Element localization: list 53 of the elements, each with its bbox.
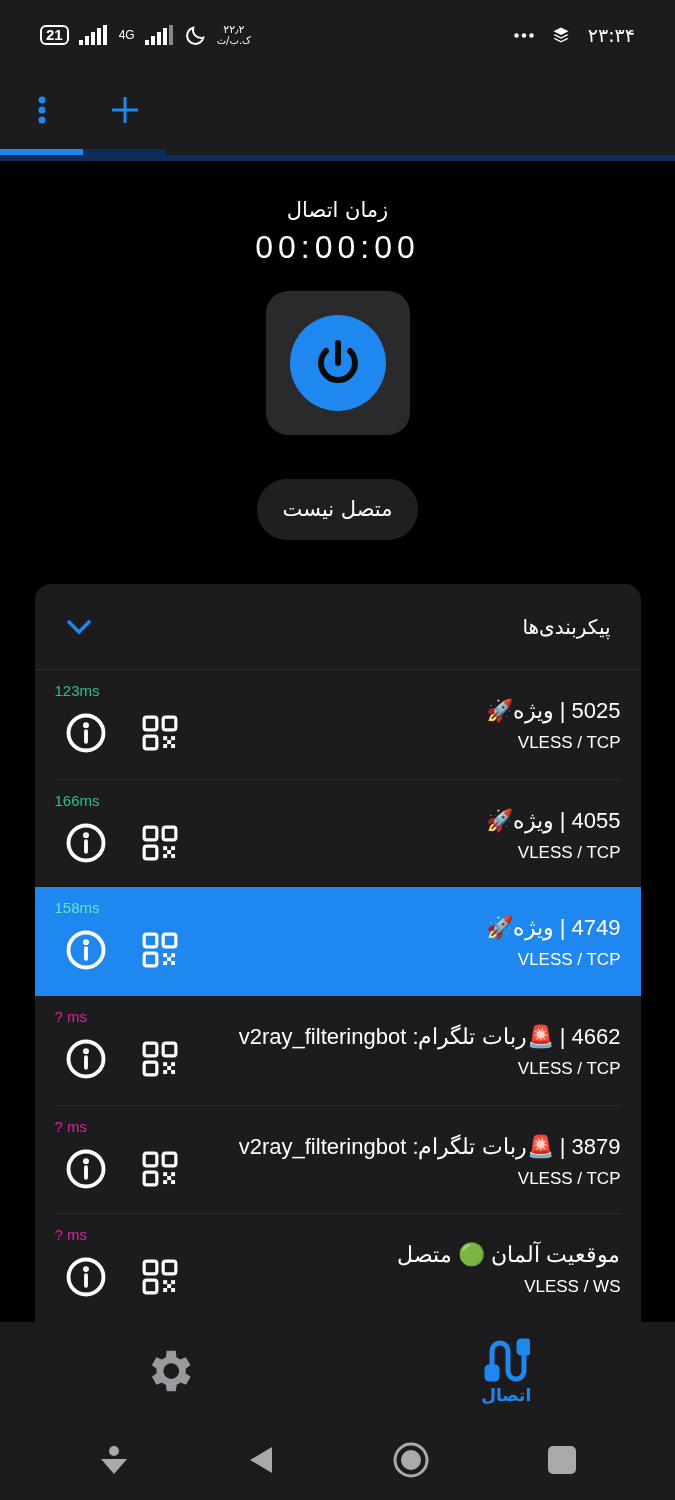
accessibility-icon[interactable] (99, 1445, 130, 1475)
ping-label: 166ms (54, 791, 101, 810)
info-icon[interactable] (64, 1147, 107, 1190)
chevron-down-icon[interactable] (64, 617, 93, 636)
info-icon[interactable] (64, 712, 107, 754)
back-icon[interactable] (248, 1445, 275, 1475)
clock: ۲۳:۳۴ (587, 22, 635, 48)
more-icon (37, 95, 46, 124)
config-name: 4749 | ویژه🚀 (485, 914, 621, 943)
ping-label: ? ms (54, 1117, 88, 1136)
info-icon[interactable] (64, 1038, 107, 1080)
signal-icon (144, 25, 175, 45)
connection-status: متصل نیست (256, 479, 419, 540)
config-name: 3879 | 🚨ربات تلگرام: v2ray_filteringbot (238, 1132, 621, 1162)
power-icon (289, 315, 386, 411)
qr-code-icon[interactable] (140, 1149, 179, 1188)
protocol-label: VLESS / TCP (517, 1167, 621, 1190)
signal-icon (78, 25, 109, 45)
date-text: ک.ب/ث (216, 35, 252, 46)
qr-code-icon[interactable] (140, 1040, 179, 1078)
ping-label: ? ms (54, 1226, 88, 1245)
qr-code-icon[interactable] (140, 823, 179, 862)
configs-title: پیکربندی‌ها (522, 613, 611, 642)
config-name: 5025 | ویژه🚀 (485, 697, 621, 726)
config-name: موقعیت آلمان 🟢 متصل (397, 1240, 621, 1270)
nav-item[interactable]: اتصال (337, 1322, 675, 1420)
timer-label: زمان اتصال (286, 197, 389, 223)
config-name: 4662 | 🚨ربات تلگرام: v2ray_filteringbot (238, 1023, 621, 1052)
protocol-label: VLESS / TCP (517, 732, 621, 754)
protocol-label: VLESS / TCP (517, 1058, 621, 1080)
moon-icon (184, 24, 207, 46)
qr-code-icon[interactable] (140, 714, 179, 752)
more-icon (513, 32, 534, 38)
qr-code-icon[interactable] (140, 1258, 179, 1297)
protocol-label: VLESS / TCP (517, 949, 621, 972)
protocol-label: VLESS / WS (524, 1276, 621, 1299)
date-text: ۲۲٫۲ (223, 24, 245, 35)
network-type: 4G (118, 29, 135, 41)
cable-icon (482, 1337, 531, 1385)
home-icon[interactable] (392, 1442, 429, 1478)
battery-level: 21 (40, 25, 69, 45)
recents-icon[interactable] (547, 1446, 576, 1474)
info-icon[interactable] (64, 821, 107, 864)
info-icon[interactable] (64, 1256, 107, 1299)
protocol-label: VLESS / TCP (517, 841, 621, 864)
add-icon (111, 96, 138, 123)
layers-icon (551, 26, 570, 44)
ping-label: 123ms (54, 682, 101, 700)
ping-label: ? ms (54, 1008, 88, 1026)
config-name: 4055 | ویژه🚀 (485, 806, 621, 836)
ping-label: 158ms (54, 899, 101, 918)
power-button[interactable] (265, 291, 410, 435)
connection-timer: 00:00:00 (255, 228, 420, 267)
